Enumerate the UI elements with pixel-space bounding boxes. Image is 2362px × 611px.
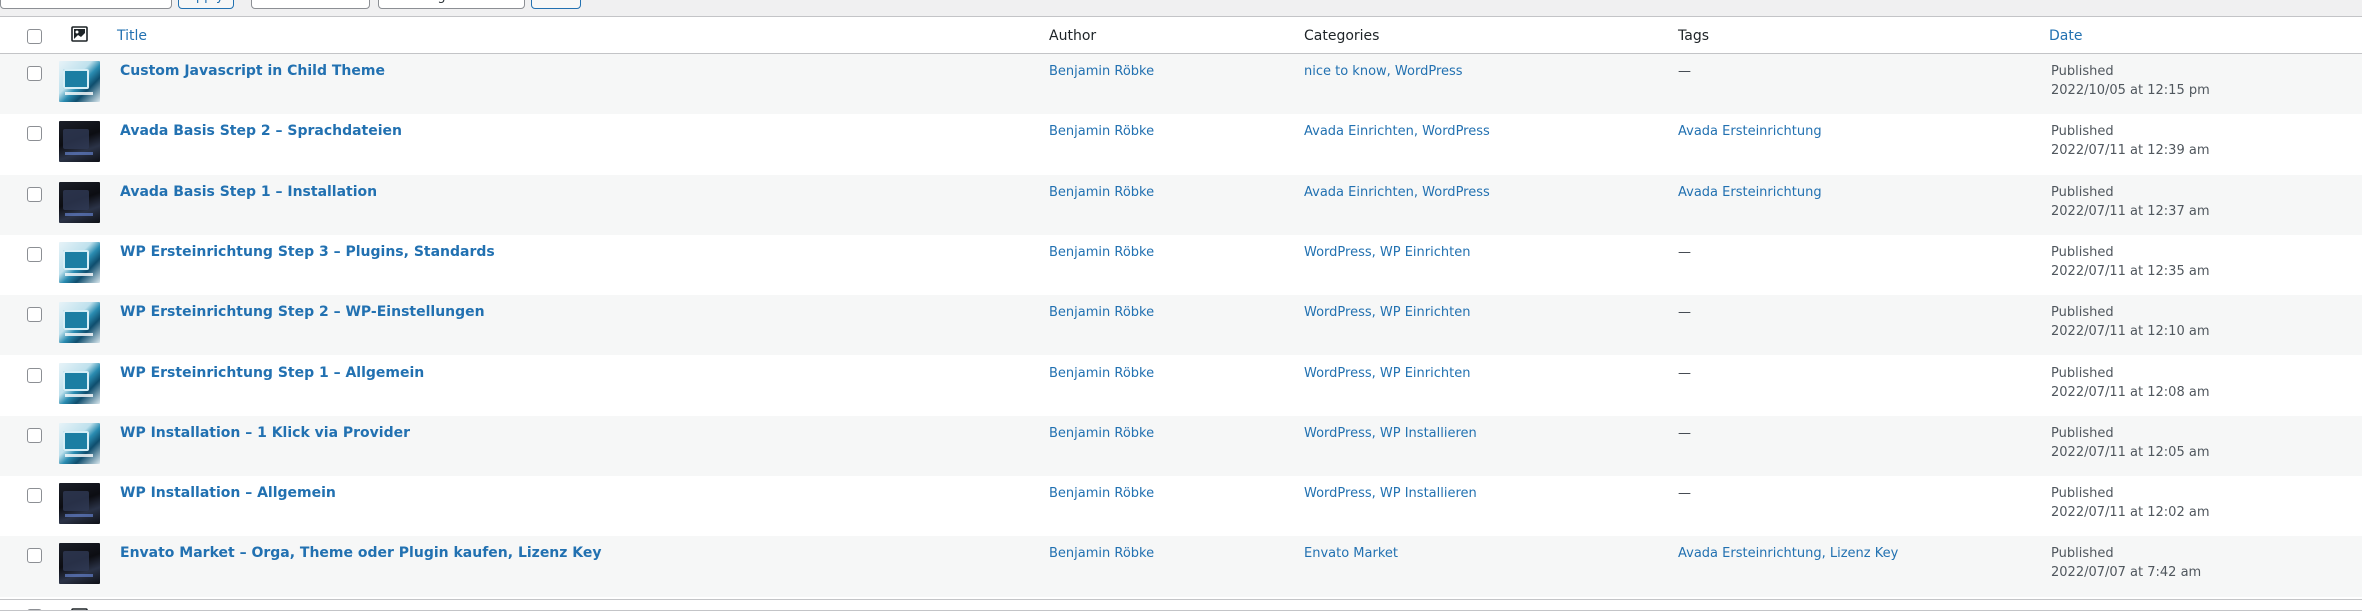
post-datetime: 2022/07/11 at 12:35 am — [2051, 263, 2210, 279]
post-thumbnail[interactable] — [59, 241, 100, 283]
post-author-link[interactable]: Benjamin Röbke — [1049, 305, 1154, 320]
row-checkbox[interactable] — [27, 126, 42, 142]
row-checkbox[interactable] — [27, 548, 42, 564]
post-author-link[interactable]: Benjamin Röbke — [1049, 546, 1154, 561]
row-checkbox[interactable] — [27, 66, 42, 81]
post-datetime: 2022/07/11 at 12:08 am — [2051, 384, 2210, 400]
post-datetime: 2022/10/05 at 12:15 pm — [2051, 83, 2210, 98]
post-author-link[interactable]: Benjamin Röbke — [1049, 64, 1154, 79]
table-row: WP Installation – Allgemein Benjamin Röbk… — [0, 476, 2362, 536]
post-status: Published — [2051, 425, 2114, 441]
post-datetime: 2022/07/11 at 12:02 am — [2051, 505, 2210, 521]
post-thumbnail[interactable] — [59, 181, 100, 223]
table-row: WP Ersteinrichtung Step 3 – Plugins, Sta… — [0, 235, 2362, 295]
post-title-link[interactable]: WP Ersteinrichtung Step 1 – Allgemein — [120, 365, 424, 381]
table-footer — [0, 599, 2362, 610]
post-categories-links[interactable]: Envato Market — [1304, 546, 1398, 561]
post-categories-links[interactable]: WordPress, WP Einrichten — [1304, 366, 1470, 381]
post-author-link[interactable]: Benjamin Röbke — [1049, 366, 1154, 381]
post-tags[interactable]: Avada Ersteinrichtung — [1678, 124, 1822, 139]
post-tags: — — [1678, 64, 1691, 79]
apply-button[interactable]: Apply — [178, 0, 234, 9]
post-categories-links[interactable]: WordPress, WP Einrichten — [1304, 305, 1470, 320]
post-thumbnail[interactable] — [59, 483, 100, 525]
posts-table: Title Author Categories Tags Date Custom… — [0, 16, 2362, 611]
post-categories-links[interactable]: Avada Einrichten, WordPress — [1304, 185, 1490, 200]
row-checkbox[interactable] — [27, 367, 42, 383]
post-thumbnail[interactable] — [59, 543, 100, 585]
column-categories: Categories — [1304, 28, 1380, 44]
row-checkbox[interactable] — [27, 307, 42, 323]
column-title[interactable]: Title — [117, 28, 147, 44]
filter-button[interactable]: Filter — [531, 0, 581, 9]
post-thumbnail[interactable] — [59, 61, 100, 102]
table-row: Avada Basis Step 1 – Installation Benjami… — [0, 174, 2362, 235]
categories-filter-select[interactable]: All Categories — [378, 0, 525, 9]
post-title-link[interactable]: WP Installation – 1 Klick via Provider — [120, 425, 410, 441]
select-all-checkbox[interactable] — [27, 29, 42, 44]
post-categories-links[interactable]: Avada Einrichten, WordPress — [1304, 124, 1490, 139]
post-author-link[interactable]: Benjamin Röbke — [1049, 426, 1154, 441]
post-categories-links[interactable]: nice to know, WordPress — [1304, 64, 1463, 79]
dates-filter-select[interactable]: All dates — [251, 0, 370, 9]
post-status: Published — [2051, 546, 2114, 562]
post-datetime: 2022/07/11 at 12:37 am — [2051, 203, 2210, 219]
post-status: Published — [2051, 124, 2114, 140]
tablenav-top: Bulk actions Apply All dates All Categor… — [0, 0, 620, 9]
post-thumbnail[interactable] — [59, 422, 100, 464]
row-checkbox[interactable] — [27, 186, 42, 202]
post-tags: — — [1678, 305, 1691, 321]
post-tags[interactable]: Avada Ersteinrichtung — [1678, 185, 1822, 200]
table-row: Custom Javascript in Child Theme Benjamin… — [0, 54, 2362, 115]
table-row: Avada Basis Step 2 – Sprachdateien Benjam… — [0, 114, 2362, 174]
post-author-link[interactable]: Benjamin Röbke — [1049, 486, 1154, 501]
post-status: Published — [2051, 64, 2114, 79]
post-status: Published — [2051, 184, 2114, 200]
post-datetime: 2022/07/11 at 12:05 am — [2051, 444, 2210, 460]
post-title-link[interactable]: Avada Basis Step 2 – Sprachdateien — [120, 123, 402, 139]
post-tags[interactable]: Avada Ersteinrichtung, Lizenz Key — [1678, 546, 1898, 561]
post-status: Published — [2051, 244, 2114, 260]
column-date[interactable]: Date — [2049, 28, 2082, 44]
post-tags: — — [1678, 244, 1691, 260]
table-header: Title Author Categories Tags Date — [0, 17, 2362, 54]
post-categories-links[interactable]: WordPress, WP Installieren — [1304, 426, 1477, 441]
bulk-actions-select[interactable]: Bulk actions — [0, 0, 172, 9]
post-author-link[interactable]: Benjamin Röbke — [1049, 124, 1154, 139]
post-title-link[interactable]: WP Ersteinrichtung Step 3 – Plugins, Sta… — [120, 244, 495, 260]
post-tags: — — [1678, 425, 1691, 441]
post-datetime: 2022/07/11 at 12:39 am — [2051, 143, 2210, 159]
table-row: WP Ersteinrichtung Step 2 – WP-Einstellu… — [0, 295, 2362, 356]
post-author-link[interactable]: Benjamin Röbke — [1049, 185, 1154, 200]
post-categories-links[interactable]: WordPress, WP Installieren — [1304, 486, 1477, 501]
post-categories-links[interactable]: WordPress, WP Einrichten — [1304, 245, 1470, 260]
row-checkbox[interactable] — [27, 246, 42, 262]
post-status: Published — [2051, 486, 2114, 502]
table-row: WP Ersteinrichtung Step 1 – Allgemein Ben… — [0, 356, 2362, 416]
post-status: Published — [2051, 365, 2114, 381]
post-author-link[interactable]: Benjamin Röbke — [1049, 245, 1154, 260]
post-title-link[interactable]: WP Ersteinrichtung Step 2 – WP-Einstellu… — [120, 304, 485, 320]
featured-image-icon — [71, 26, 88, 42]
post-title-link[interactable]: Envato Market – Orga, Theme oder Plugin … — [120, 545, 602, 561]
post-tags: — — [1678, 486, 1691, 502]
post-datetime: 2022/07/07 at 7:42 am — [2051, 565, 2202, 581]
post-thumbnail[interactable] — [59, 302, 100, 344]
post-thumbnail[interactable] — [59, 121, 100, 163]
post-tags: — — [1678, 365, 1691, 381]
post-title-link[interactable]: WP Installation – Allgemein — [120, 485, 336, 501]
column-author: Author — [1049, 28, 1097, 44]
post-status: Published — [2051, 305, 2114, 321]
post-title-link[interactable]: Custom Javascript in Child Theme — [120, 63, 385, 79]
post-thumbnail[interactable] — [59, 362, 100, 404]
table-row: WP Installation – 1 Klick via Provider Be… — [0, 415, 2362, 477]
table-row: Envato Market – Orga, Theme oder Plugin … — [0, 536, 2362, 597]
row-checkbox[interactable] — [27, 488, 42, 504]
post-datetime: 2022/07/11 at 12:10 am — [2051, 324, 2210, 340]
post-title-link[interactable]: Avada Basis Step 1 – Installation — [120, 184, 377, 200]
column-tags: Tags — [1678, 28, 1709, 44]
row-checkbox[interactable] — [27, 427, 42, 443]
